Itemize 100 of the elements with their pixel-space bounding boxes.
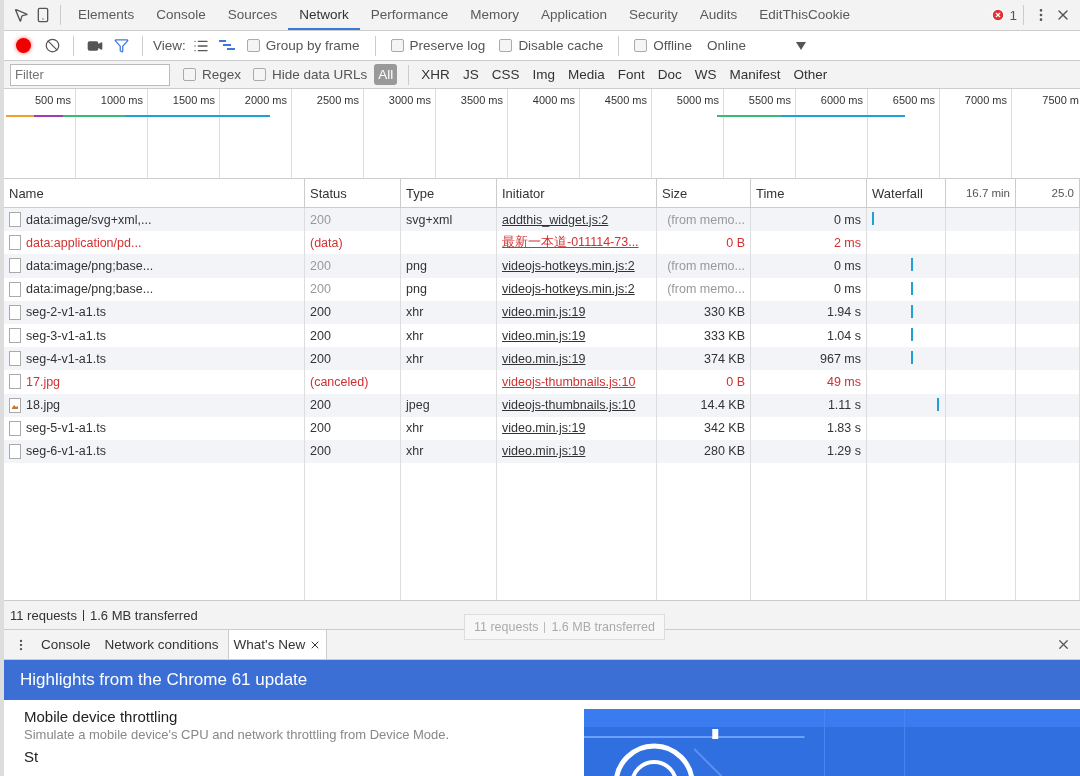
initiator-link[interactable]: video.min.js:19 bbox=[502, 328, 586, 343]
table-row[interactable]: data:image/png;base... 200 png videojs-hotkeys.min.js:2 (from memo... 0 ms bbox=[4, 254, 1080, 278]
view-label: View: bbox=[153, 38, 186, 53]
request-name: data:application/pd... bbox=[26, 235, 142, 250]
size-text: (from memo... bbox=[667, 282, 745, 297]
table-row[interactable]: seg-6-v1-a1.ts 200 xhr video.min.js:19 280 KB 1.29 s bbox=[4, 439, 1080, 464]
initiator-link[interactable]: video.min.js:19 bbox=[502, 305, 586, 320]
initiator-link[interactable]: video.min.js:19 bbox=[502, 351, 586, 366]
type-filter[interactable]: Media bbox=[563, 64, 609, 85]
type-text: xhr bbox=[406, 351, 424, 366]
checkbox[interactable]: Hide data URLs bbox=[253, 67, 368, 82]
type-filter[interactable]: Other bbox=[789, 64, 832, 85]
type-filter[interactable]: Doc bbox=[653, 64, 686, 85]
column-header[interactable]: Initiator bbox=[497, 179, 657, 207]
section-heading: St bbox=[24, 748, 40, 765]
panel-tab[interactable]: Application bbox=[529, 0, 618, 30]
initiator-link[interactable]: videojs-thumbnails.js:10 bbox=[502, 398, 636, 413]
throttling-select[interactable]: Online bbox=[706, 38, 746, 53]
type-filter[interactable]: JS bbox=[458, 64, 483, 85]
type-filter[interactable]: Img bbox=[528, 64, 559, 85]
table-row[interactable]: 18.jpg 200 jpeg videojs-thumbnails.js:10 14.4 KB 1.11 s bbox=[4, 393, 1080, 417]
status-text: 200 bbox=[310, 398, 331, 413]
initiator-link[interactable]: video.min.js:19 bbox=[502, 421, 586, 436]
file-icon bbox=[9, 304, 21, 320]
table-row[interactable]: seg-4-v1-a1.ts 200 xhr video.min.js:19 374 KB 967 ms bbox=[4, 347, 1080, 371]
column-header[interactable]: Type bbox=[401, 179, 497, 207]
timeline-tick: 5500 ms bbox=[724, 89, 796, 178]
column-header[interactable]: Status bbox=[305, 179, 401, 207]
timeline-tick: 4000 ms bbox=[508, 89, 580, 178]
checkbox[interactable]: Preserve log bbox=[390, 38, 486, 53]
drawer-tab[interactable]: What's New bbox=[227, 630, 328, 659]
image-file-icon bbox=[9, 397, 21, 413]
request-name: 18.jpg bbox=[26, 398, 61, 413]
initiator-link[interactable]: videojs-thumbnails.js:10 bbox=[502, 374, 636, 389]
initiator-link[interactable]: videojs-hotkeys.min.js:2 bbox=[502, 258, 635, 273]
drawer-tab[interactable]: Console bbox=[36, 630, 96, 659]
status-text: (canceled) bbox=[310, 374, 369, 389]
column-header[interactable]: Waterfall bbox=[867, 179, 946, 207]
table-row[interactable]: data:image/svg+xml,... 200 svg+xml addthis_widget.js:2 (from memo... 0 ms bbox=[4, 208, 1080, 232]
request-name: data:image/svg+xml,... bbox=[26, 212, 152, 227]
status-text: 200 bbox=[310, 282, 331, 297]
tooltip: 11 requests 1.6 MB transferred bbox=[464, 614, 665, 640]
checkbox[interactable]: Disable cache bbox=[499, 38, 604, 53]
type-filter[interactable]: Manifest bbox=[725, 64, 785, 85]
request-name: seg-3-v1-a1.ts bbox=[26, 328, 106, 343]
timeline-tick: 16.7 min bbox=[946, 179, 1016, 207]
type-filter[interactable]: XHR bbox=[417, 64, 454, 85]
status-text: 200 bbox=[310, 328, 331, 343]
panel-tab[interactable]: Security bbox=[617, 0, 689, 30]
initiator-link[interactable]: videojs-hotkeys.min.js:2 bbox=[502, 282, 635, 297]
timeline-tick: 3000 ms bbox=[364, 89, 436, 178]
type-text: svg+xml bbox=[406, 212, 453, 227]
time-text: 1.29 s bbox=[826, 444, 861, 459]
timeline-tick: 500 ms bbox=[4, 89, 76, 178]
panel-tab[interactable]: EditThisCookie bbox=[748, 0, 862, 30]
timeline-tick: 5000 ms bbox=[652, 89, 724, 178]
request-name: seg-2-v1-a1.ts bbox=[26, 305, 106, 320]
panel-tab[interactable]: Elements bbox=[67, 0, 146, 30]
initiator-link[interactable]: addthis_widget.js:2 bbox=[502, 212, 609, 227]
status-text: 200 bbox=[310, 305, 331, 320]
file-icon bbox=[9, 374, 21, 390]
drawer-tab[interactable]: Network conditions bbox=[99, 630, 224, 659]
timeline-tick: 4500 ms bbox=[580, 89, 652, 178]
file-icon bbox=[9, 443, 21, 459]
record-icon[interactable] bbox=[16, 38, 31, 53]
column-header[interactable]: Size bbox=[657, 179, 751, 207]
checkbox[interactable]: Regex bbox=[183, 67, 242, 82]
request-name: seg-5-v1-a1.ts bbox=[26, 421, 106, 436]
size-text: 14.4 KB bbox=[700, 398, 745, 413]
status-text: 200 bbox=[310, 421, 331, 436]
initiator-link[interactable]: 最新一本道-011114-73... bbox=[502, 234, 639, 252]
type-filter[interactable]: WS bbox=[690, 64, 721, 85]
size-text: 0 B bbox=[726, 235, 745, 250]
initiator-link[interactable]: video.min.js:19 bbox=[502, 444, 586, 459]
panel-tab[interactable]: Performance bbox=[359, 0, 460, 30]
checkbox[interactable]: Offline bbox=[634, 38, 692, 53]
panel-tab[interactable]: Audits bbox=[688, 0, 749, 30]
timeline-tick: 7500 m bbox=[1012, 89, 1080, 178]
panel-tab[interactable]: Console bbox=[145, 0, 217, 30]
status-text: 200 bbox=[310, 444, 331, 459]
file-icon bbox=[9, 212, 21, 228]
type-filter[interactable]: CSS bbox=[487, 64, 524, 85]
table-row[interactable]: seg-2-v1-a1.ts 200 xhr video.min.js:19 330 KB 1.94 s bbox=[4, 300, 1080, 324]
banner-title: Highlights from the Chrome 61 update bbox=[4, 660, 1080, 700]
column-header[interactable]: Name bbox=[4, 179, 305, 207]
checkbox[interactable]: Group by frame bbox=[246, 38, 360, 53]
panel-tab[interactable]: Memory bbox=[459, 0, 530, 30]
request-name: seg-6-v1-a1.ts bbox=[26, 444, 106, 459]
column-header[interactable]: Time bbox=[751, 179, 867, 207]
status-text: 200 bbox=[310, 351, 331, 366]
type-text: png bbox=[406, 282, 427, 297]
time-text: 1.94 s bbox=[826, 305, 861, 320]
status-text: (data) bbox=[310, 235, 343, 250]
panel-tab[interactable]: Sources bbox=[216, 0, 289, 30]
error-count[interactable]: 1 bbox=[1009, 7, 1017, 23]
type-filter[interactable]: Font bbox=[613, 64, 649, 85]
filter-field[interactable]: Filter bbox=[10, 63, 170, 86]
file-icon bbox=[9, 328, 21, 344]
type-text: xhr bbox=[406, 305, 424, 320]
size-text: 330 KB bbox=[704, 305, 745, 320]
